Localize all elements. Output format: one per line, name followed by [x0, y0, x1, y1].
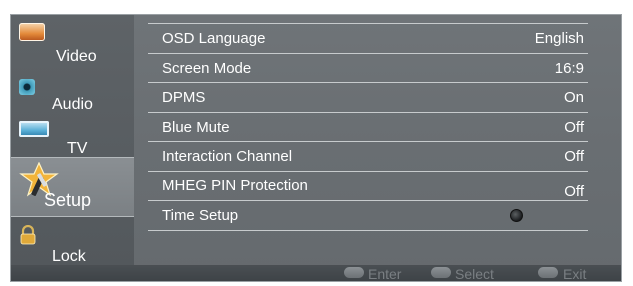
menu-row-mheg-pin-protection[interactable]: MHEG PIN Protection Off	[148, 172, 588, 201]
sidebar-item-label: Lock	[52, 248, 86, 265]
sidebar-item-label: TV	[67, 140, 88, 157]
setting-name: DPMS	[162, 89, 206, 106]
setting-value: English	[534, 30, 584, 47]
tv-icon	[19, 121, 49, 137]
select-key-icon	[431, 267, 451, 278]
sidebar-item-label: Audio	[52, 96, 93, 113]
enter-submenu-icon	[510, 209, 523, 222]
setup-menu-list: OSD Language English Screen Mode 16:9 DP…	[148, 23, 588, 231]
menu-row-osd-language[interactable]: OSD Language English	[148, 23, 588, 54]
setting-name: Time Setup	[162, 207, 239, 224]
setting-value: Off	[564, 182, 584, 200]
setting-value: Off	[564, 118, 584, 136]
menu-row-dpms[interactable]: DPMS On	[148, 83, 588, 113]
setting-name: Interaction Channel	[162, 148, 293, 165]
sidebar-item-label: Setup	[44, 190, 92, 210]
sidebar-item-lock[interactable]: Lock	[11, 219, 134, 267]
setting-value: Off	[564, 148, 584, 165]
setting-value: On	[563, 89, 584, 106]
setting-name: Blue Mute	[162, 118, 230, 136]
setup-osd-window: Video Audio TV Setup Lock OSD Language E…	[10, 14, 622, 282]
menu-row-interaction-channel[interactable]: Interaction Channel Off	[148, 142, 588, 172]
menu-row-blue-mute[interactable]: Blue Mute Off	[148, 113, 588, 142]
setting-value: 16:9	[554, 59, 584, 77]
enter-hint: Enter	[368, 266, 402, 282]
key-hint-bar: Enter Select Exit	[11, 265, 621, 281]
enter-key-icon	[344, 267, 364, 278]
menu-row-time-setup[interactable]: Time Setup	[148, 201, 588, 231]
sidebar-item-setup[interactable]: Setup	[11, 157, 134, 217]
sidebar-item-video[interactable]: Video	[11, 15, 134, 65]
setting-name: MHEG PIN Protection	[162, 176, 308, 194]
video-icon	[19, 23, 45, 41]
exit-hint: Exit	[563, 266, 587, 282]
lock-icon	[20, 225, 36, 245]
menu-row-screen-mode[interactable]: Screen Mode 16:9	[148, 54, 588, 83]
setting-name: Screen Mode	[162, 59, 252, 77]
category-sidebar: Video Audio TV Setup Lock	[11, 15, 134, 267]
select-hint: Select	[455, 266, 494, 282]
setting-name: OSD Language	[162, 30, 266, 47]
sidebar-item-label: Video	[56, 48, 97, 65]
sidebar-item-audio[interactable]: Audio	[11, 69, 134, 117]
exit-key-icon	[538, 267, 558, 278]
audio-icon	[19, 79, 35, 95]
